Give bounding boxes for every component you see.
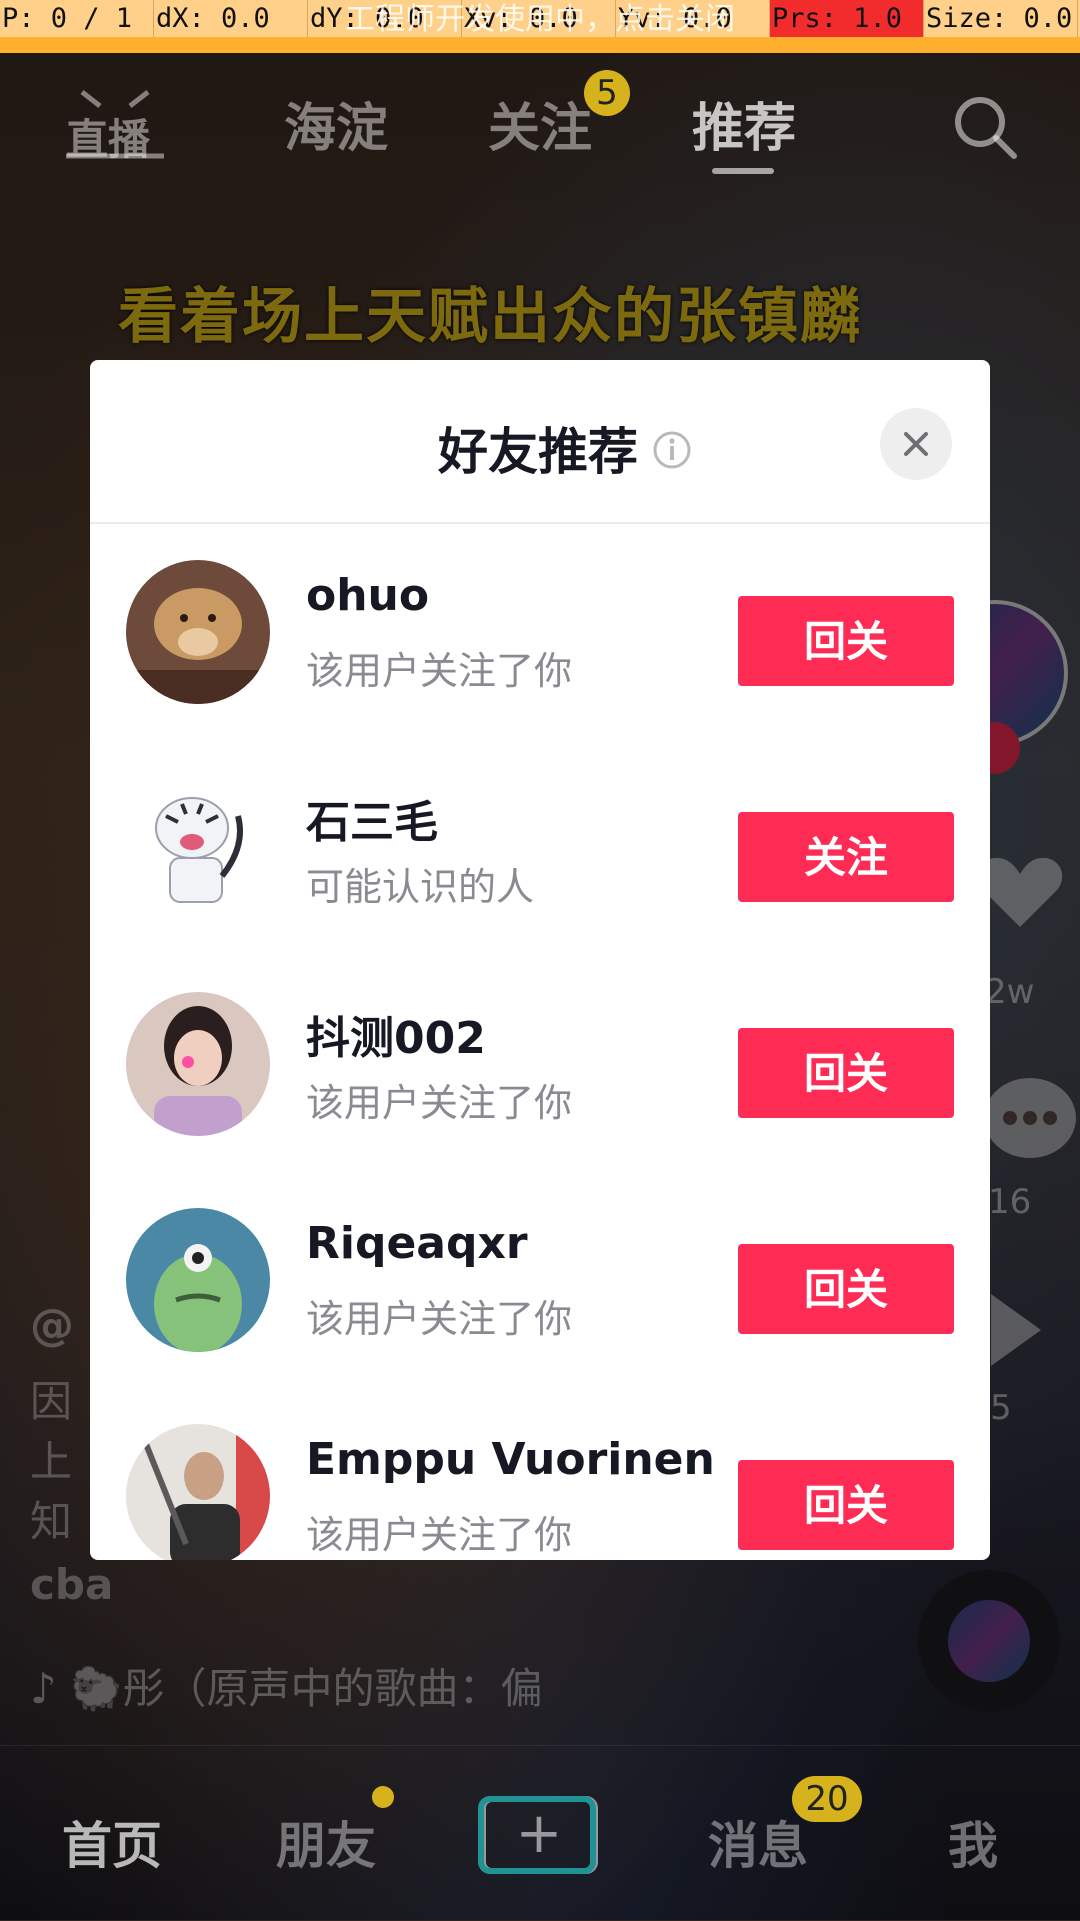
user-name[interactable]: 石三毛 — [306, 786, 438, 850]
close-icon — [904, 432, 928, 456]
tab-recommend[interactable]: 推荐 — [692, 86, 796, 161]
tab-friends[interactable]: 朋友 — [276, 1806, 376, 1878]
follow-button[interactable]: 关注 — [738, 812, 954, 902]
live-tab[interactable]: 直播 — [60, 84, 170, 164]
debug-strip[interactable]: P: 0 / 1 dX: 0.0 dY: 0.0 Xv: 0.0 Yv: 0.0… — [0, 0, 1080, 37]
girl-avatar[interactable] — [126, 992, 270, 1136]
friends-dot-badge — [372, 1786, 394, 1808]
tiger-avatar[interactable] — [126, 776, 270, 920]
user-name[interactable]: Emppu Vuorinen — [306, 1434, 715, 1485]
modal-title: 好友推荐 — [438, 423, 638, 481]
tab-messages[interactable]: 消息 — [708, 1806, 808, 1878]
follow-back-button[interactable]: 回关 — [738, 1028, 954, 1118]
plus-icon: + — [515, 1801, 563, 1866]
tab-haidian[interactable]: 海淀 — [284, 86, 388, 161]
tab-following[interactable]: 关注 — [488, 86, 592, 161]
following-badge: 5 — [584, 70, 630, 116]
debug-pointer: P: 0 / 1 — [0, 0, 154, 37]
user-subtitle: 该用户关注了你 — [306, 1297, 573, 1341]
user-name[interactable]: Riqeaqxr — [306, 1218, 528, 1269]
user-name[interactable]: ohuo — [306, 570, 429, 621]
follow-back-button[interactable]: 回关 — [738, 1460, 954, 1550]
friend-recommend-modal: 好友推荐 ohuo 该用户关注了你 回关 石三毛 可能认识的人 关注 抖测002… — [90, 360, 990, 1560]
debug-yv: Yv: 0.0 — [616, 0, 770, 37]
list-item[interactable]: 抖测002 该用户关注了你 回关 — [90, 992, 990, 1208]
debug-pressure: Prs: 1.0 — [770, 0, 924, 37]
user-subtitle: 该用户关注了你 — [306, 1081, 573, 1125]
bottom-tab-bar: 首页 朋友 + 消息 20 我 — [0, 1745, 1080, 1921]
follow-back-button[interactable]: 回关 — [738, 596, 954, 686]
follow-back-button[interactable]: 回关 — [738, 1244, 954, 1334]
user-name[interactable]: 抖测002 — [306, 1002, 486, 1066]
dog-avatar[interactable] — [126, 560, 270, 704]
list-item[interactable]: 石三毛 可能认识的人 关注 — [90, 776, 990, 992]
debug-strip-bar — [0, 37, 1080, 53]
messages-badge: 20 — [792, 1776, 862, 1822]
debug-xv: Xv: 0.0 — [462, 0, 616, 37]
user-subtitle: 该用户关注了你 — [306, 649, 573, 693]
modal-header: 好友推荐 — [90, 360, 990, 524]
debug-dx: dX: 0.0 — [154, 0, 308, 37]
debug-dy: dY: 0.0 — [308, 0, 462, 37]
search-icon[interactable] — [952, 94, 1018, 160]
guitar-avatar[interactable] — [126, 1424, 270, 1560]
user-subtitle: 该用户关注了你 — [306, 1513, 573, 1557]
list-item[interactable]: Riqeaqxr 该用户关注了你 回关 — [90, 1208, 990, 1424]
user-subtitle: 可能认识的人 — [306, 865, 535, 909]
info-icon[interactable] — [652, 430, 692, 470]
close-button[interactable] — [880, 408, 952, 480]
list-item[interactable]: ohuo 该用户关注了你 回关 — [90, 560, 990, 776]
create-button[interactable]: + — [478, 1796, 598, 1874]
tab-home[interactable]: 首页 — [62, 1806, 162, 1878]
list-item[interactable]: Emppu Vuorinen 该用户关注了你 回关 — [90, 1424, 990, 1560]
debug-size: Size: 0.0 — [924, 0, 1078, 37]
active-tab-indicator — [712, 168, 774, 174]
tab-me[interactable]: 我 — [948, 1806, 998, 1878]
top-nav: 直播 海淀 关注 5 推荐 — [0, 70, 1080, 180]
monster-avatar[interactable] — [126, 1208, 270, 1352]
